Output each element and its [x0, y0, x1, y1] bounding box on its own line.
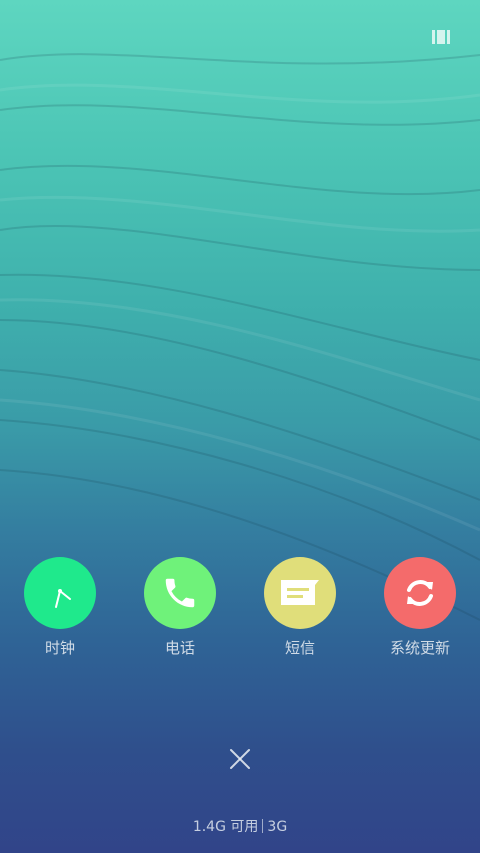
app-label-clock: 时钟 — [44, 639, 75, 657]
refresh-icon — [407, 580, 433, 606]
app-system-update[interactable]: 系统更新 — [370, 557, 470, 658]
clock-app-icon[interactable] — [24, 557, 96, 629]
system-update-app-icon[interactable] — [384, 557, 456, 629]
network-type: 3G — [267, 819, 288, 835]
phone-app-icon[interactable] — [144, 557, 216, 629]
app-label-system-update: 系统更新 — [389, 639, 450, 657]
app-messages[interactable]: 短信 — [250, 557, 350, 658]
clock-icon — [55, 589, 71, 608]
recent-apps-icon[interactable] — [432, 30, 450, 44]
message-icon — [281, 580, 319, 605]
available-memory: 1.4G 可用 — [192, 819, 259, 835]
app-label-messages: 短信 — [284, 639, 315, 657]
close-icon[interactable] — [228, 747, 252, 771]
app-label-phone: 电话 — [164, 639, 195, 657]
status-divider — [262, 819, 264, 833]
wallpaper-waves — [0, 53, 480, 621]
app-phone[interactable]: 电话 — [130, 557, 230, 658]
memory-status: 1.4G 可用 3G — [0, 816, 480, 836]
messages-app-icon[interactable] — [264, 557, 336, 629]
phone-icon — [165, 578, 195, 608]
app-clock[interactable]: 时钟 — [10, 557, 110, 658]
app-dock: 时钟 电话 短信 系统更新 — [0, 557, 480, 667]
